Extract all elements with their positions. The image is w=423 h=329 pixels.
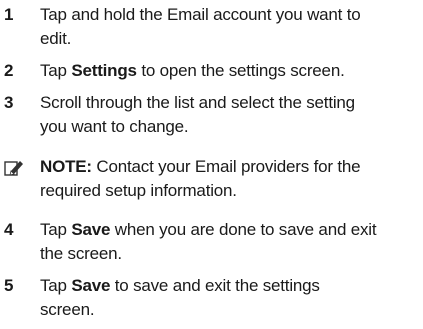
step-text: Tap Save to save and exit the settings s…: [40, 274, 420, 322]
save-term: Save: [71, 276, 111, 295]
step-line: Tap Save to save and exit the settings: [40, 274, 420, 298]
step-line: Tap Save when you are done to save and e…: [40, 218, 420, 242]
step-number: 4: [4, 220, 14, 239]
step-line: screen.: [40, 300, 95, 319]
step-line: the screen.: [40, 244, 122, 263]
step-text: Tap Save when you are done to save and e…: [40, 218, 420, 266]
step-number: 2: [4, 61, 14, 80]
settings-term: Settings: [71, 61, 137, 80]
step-line: edit.: [40, 29, 72, 48]
step-text-post: to open the settings screen.: [136, 61, 345, 80]
step-text: Scroll through the list and select the s…: [40, 91, 420, 139]
note-text-line1: Contact your Email providers for the: [91, 157, 361, 176]
step-line: Tap and hold the Email account you want …: [40, 5, 361, 24]
note-line: NOTE: Contact your Email providers for t…: [40, 155, 420, 179]
step-number: 3: [4, 93, 14, 112]
step-text-pre: Tap: [40, 220, 72, 239]
instruction-page: 1 Tap and hold the Email account you wan…: [0, 0, 423, 329]
step-line: you want to change.: [40, 117, 189, 136]
note-text: NOTE: Contact your Email providers for t…: [40, 155, 420, 203]
step-text-post: when you are done to save and exit: [110, 220, 377, 239]
note-line: required setup information.: [40, 181, 237, 200]
step-text-post: to save and exit the settings: [110, 276, 320, 295]
step-number: 1: [4, 5, 14, 24]
step-text: Tap Settings to open the settings screen…: [40, 59, 420, 83]
step-number: 5: [4, 276, 14, 295]
step-text: Tap and hold the Email account you want …: [40, 3, 420, 51]
note-pencil-icon: [4, 159, 24, 177]
step-line: Scroll through the list and select the s…: [40, 93, 355, 112]
step-text-pre: Tap: [40, 61, 72, 80]
step-text-pre: Tap: [40, 276, 72, 295]
note-label: NOTE:: [40, 157, 92, 176]
step-line: Tap Settings to open the settings screen…: [40, 59, 420, 83]
save-term: Save: [71, 220, 111, 239]
